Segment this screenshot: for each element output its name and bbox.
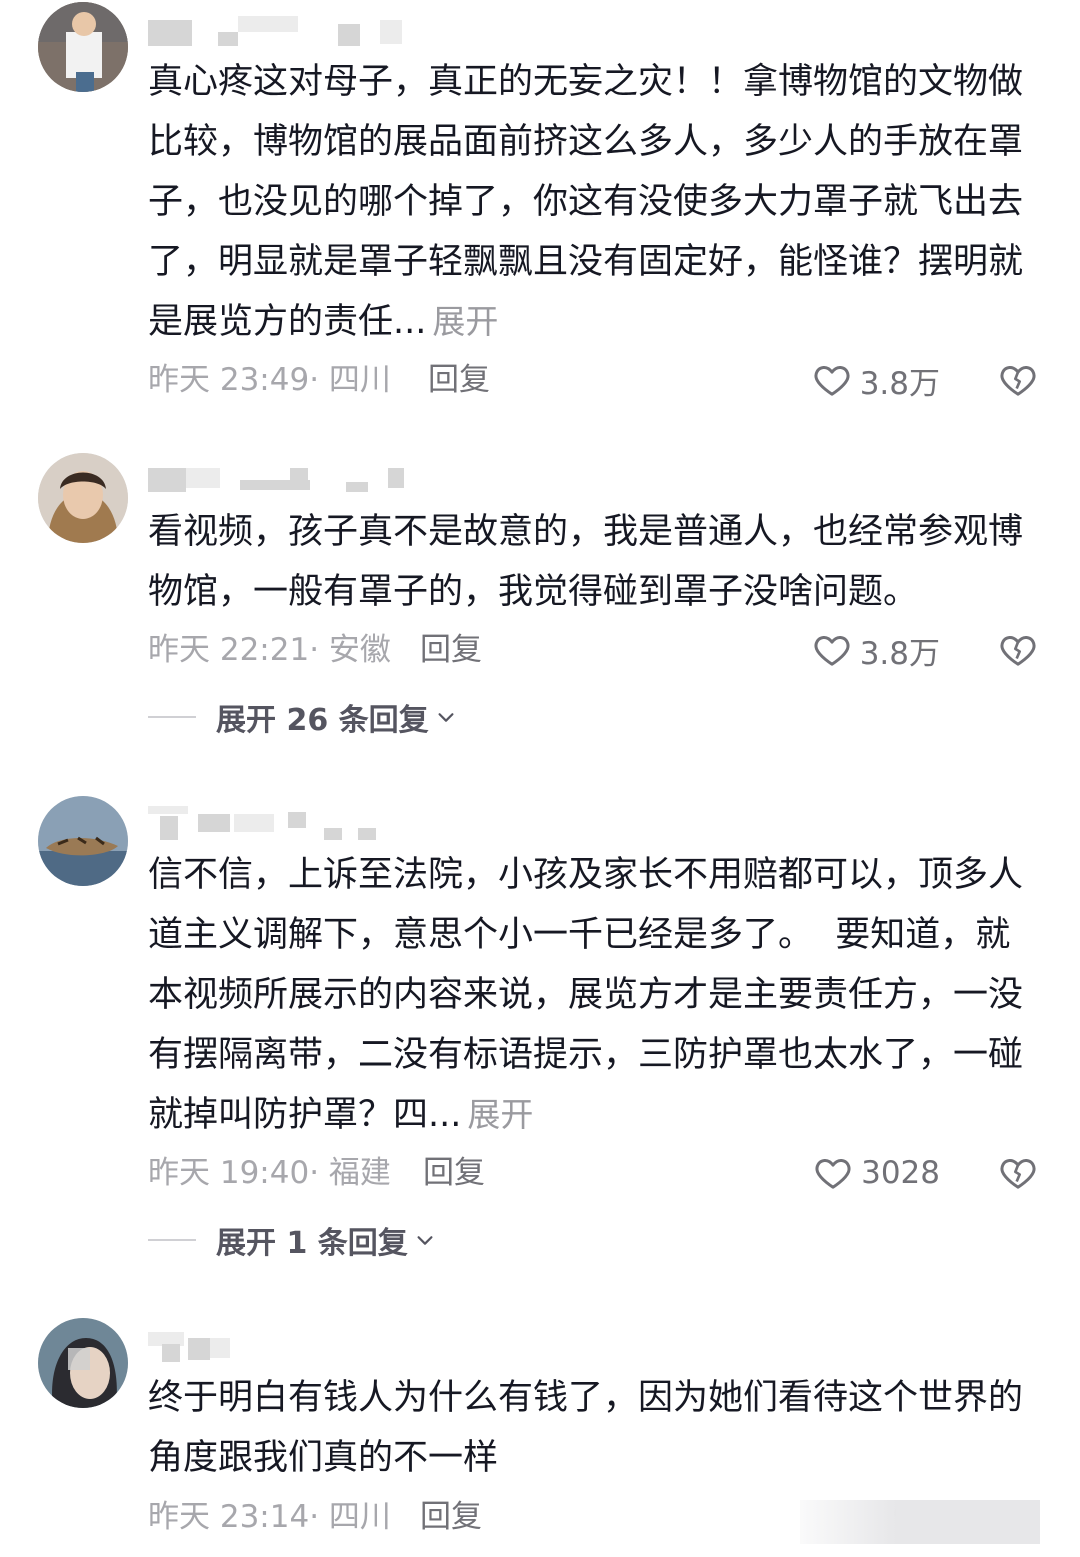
username-redacted[interactable]	[148, 462, 408, 496]
broken-heart-icon[interactable]	[998, 1153, 1038, 1193]
chevron-down-icon	[417, 1236, 433, 1245]
comment-text: 真心疼这对母子，真正的无妄之灾！！拿博物馆的文物做比较，博物馆的展品面前挤这么多…	[148, 62, 1024, 342]
avatar[interactable]	[38, 796, 128, 886]
expand-replies-button[interactable]: 展开 26 条回复	[148, 695, 457, 739]
comment-time-location: 昨天 23:49· 四川	[148, 362, 391, 398]
avatar[interactable]	[38, 2, 128, 92]
expand-replies-label: 展开 26 条回复	[216, 703, 429, 738]
comment-time-location: 昨天 19:40· 福建	[148, 1155, 391, 1191]
expand-text-link[interactable]: 展开	[432, 302, 498, 341]
heart-outline-icon	[815, 1158, 851, 1189]
heart-outline-icon	[814, 635, 850, 666]
divider-line	[148, 1239, 196, 1241]
reply-button[interactable]: 回复	[428, 355, 490, 405]
comment-text: 终于明白有钱人为什么有钱了，因为她们看待这个世界的角度跟我们真的不一样	[148, 1378, 1024, 1478]
comment-text: 看视频，孩子真不是故意的，我是普通人，也经常参观博物馆，一般有罩子的，我觉得碰到…	[148, 512, 1024, 612]
broken-heart-icon[interactable]	[998, 630, 1038, 670]
broken-heart-icon[interactable]	[998, 360, 1038, 400]
heart-outline-icon	[814, 365, 850, 396]
like-button[interactable]: 3.8万	[812, 355, 940, 405]
expand-text-link[interactable]: 展开	[467, 1095, 533, 1134]
like-button[interactable]: 3.8万	[812, 625, 940, 675]
username-redacted[interactable]	[148, 806, 408, 840]
like-count: 3.8万	[859, 365, 940, 402]
reply-button[interactable]: 回复	[420, 1492, 482, 1542]
chevron-down-icon	[438, 713, 454, 722]
expand-replies-label: 展开 1 条回复	[216, 1226, 408, 1261]
like-button[interactable]: 3028	[813, 1148, 940, 1198]
watermark-blur	[800, 1500, 1040, 1544]
expand-replies-button[interactable]: 展开 1 条回复	[148, 1218, 436, 1262]
username-redacted[interactable]	[148, 12, 408, 46]
like-count: 3028	[861, 1155, 940, 1191]
comment-time-location: 昨天 23:14· 四川	[148, 1499, 391, 1535]
username-redacted[interactable]	[148, 1328, 408, 1362]
like-count: 3.8万	[859, 635, 940, 672]
avatar[interactable]	[38, 453, 128, 543]
divider-line	[148, 716, 196, 718]
avatar[interactable]	[38, 1318, 128, 1408]
reply-button[interactable]: 回复	[423, 1148, 485, 1198]
reply-button[interactable]: 回复	[420, 625, 482, 675]
comment-time-location: 昨天 22:21· 安徽	[148, 632, 391, 668]
comment-text: 信不信，上诉至法院，小孩及家长不用赔都可以，顶多人道主义调解下，意思个小一千已经…	[148, 855, 1024, 1135]
